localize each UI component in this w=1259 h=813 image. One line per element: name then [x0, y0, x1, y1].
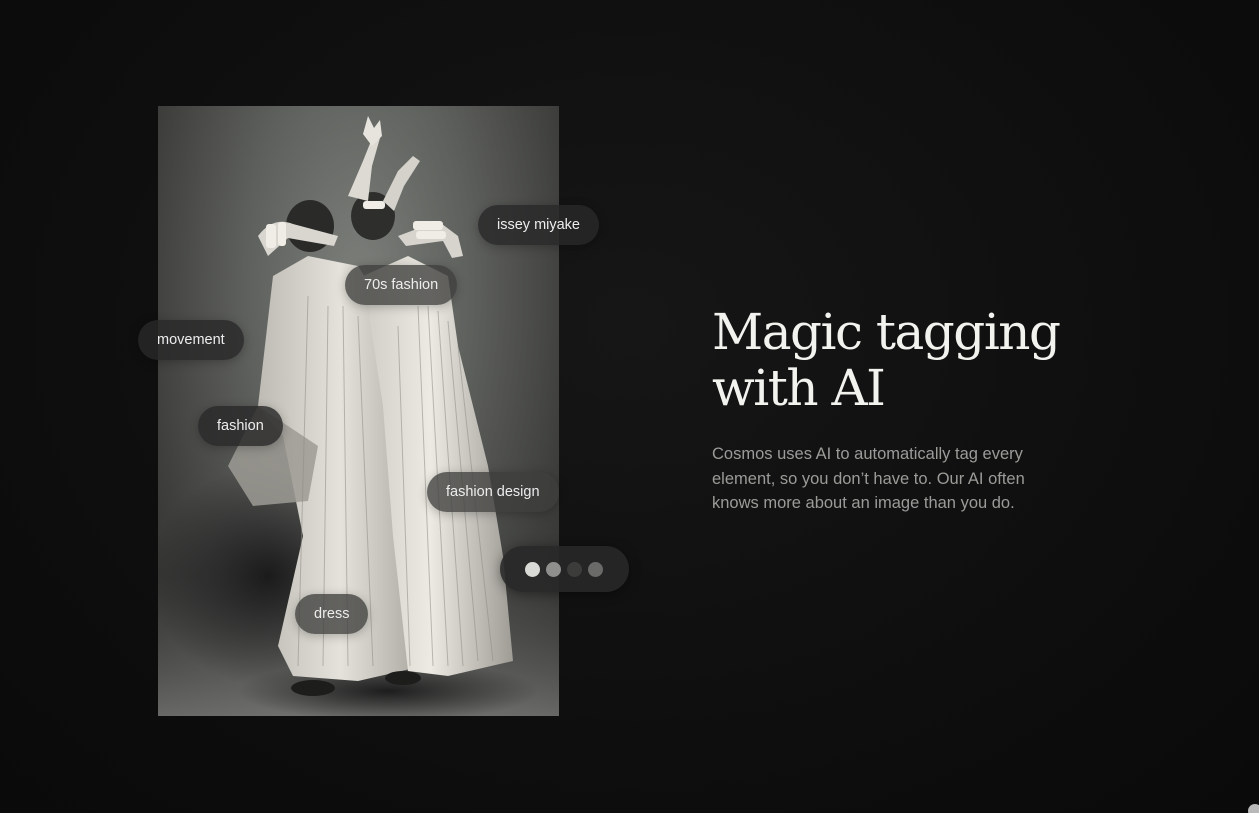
pagination-dots: [500, 546, 629, 592]
tag-label: movement: [157, 332, 225, 348]
tag-label: issey miyake: [497, 217, 580, 233]
tag-movement[interactable]: movement: [138, 320, 244, 360]
tag-label: fashion: [217, 418, 264, 434]
scroll-indicator[interactable]: [1248, 804, 1259, 813]
tag-issey-miyake[interactable]: issey miyake: [478, 205, 599, 245]
tag-70s-fashion[interactable]: 70s fashion: [345, 265, 458, 305]
tag-label: 70s fashion: [364, 277, 439, 293]
tag-label: fashion design: [446, 484, 540, 500]
pagination-dot-3[interactable]: [567, 562, 582, 577]
description: Cosmos uses AI to automatically tag ever…: [712, 445, 1025, 512]
tag-label: dress: [314, 606, 350, 622]
headline: Magic tagging with AI: [712, 303, 1061, 417]
pagination-dot-2[interactable]: [546, 562, 561, 577]
pagination-dot-4[interactable]: [588, 562, 603, 577]
tag-dress[interactable]: dress: [295, 594, 369, 634]
tag-fashion[interactable]: fashion: [198, 406, 283, 446]
tag-fashion-design[interactable]: fashion design: [427, 472, 559, 512]
pagination-dot-1[interactable]: [525, 562, 540, 577]
